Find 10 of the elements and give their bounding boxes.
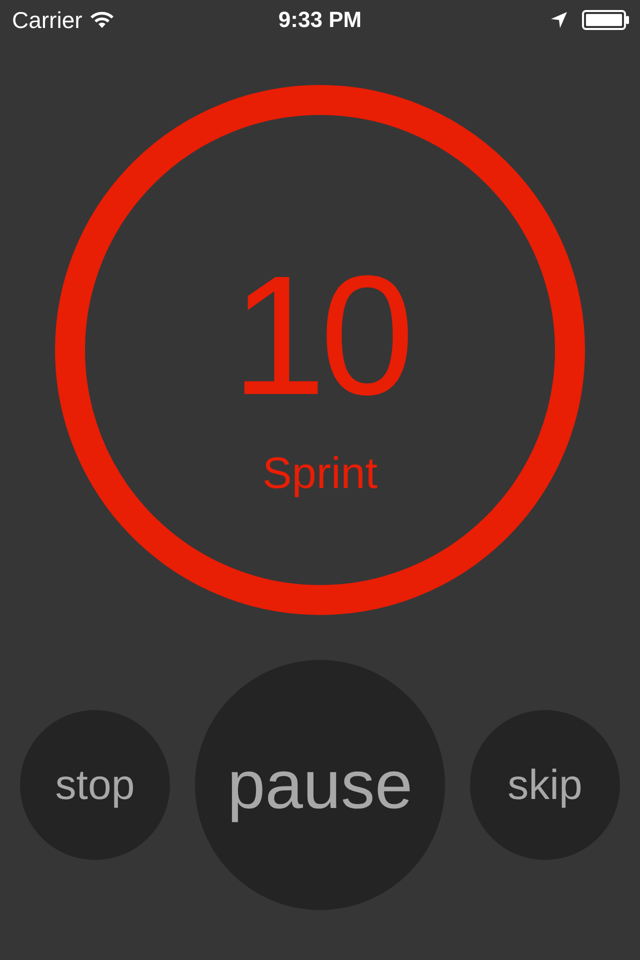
- wifi-icon: [90, 11, 114, 29]
- carrier-name: Carrier: [12, 6, 82, 34]
- location-arrow-icon: [550, 11, 568, 29]
- phase-label: Sprint: [262, 449, 378, 499]
- control-button[interactable]: stop: [20, 710, 170, 860]
- battery-icon: [582, 10, 630, 30]
- status-time: 9:33 PM: [278, 7, 362, 33]
- control-button[interactable]: skip: [470, 710, 620, 860]
- countdown-number: 10: [231, 251, 409, 421]
- control-button[interactable]: pause: [195, 660, 445, 910]
